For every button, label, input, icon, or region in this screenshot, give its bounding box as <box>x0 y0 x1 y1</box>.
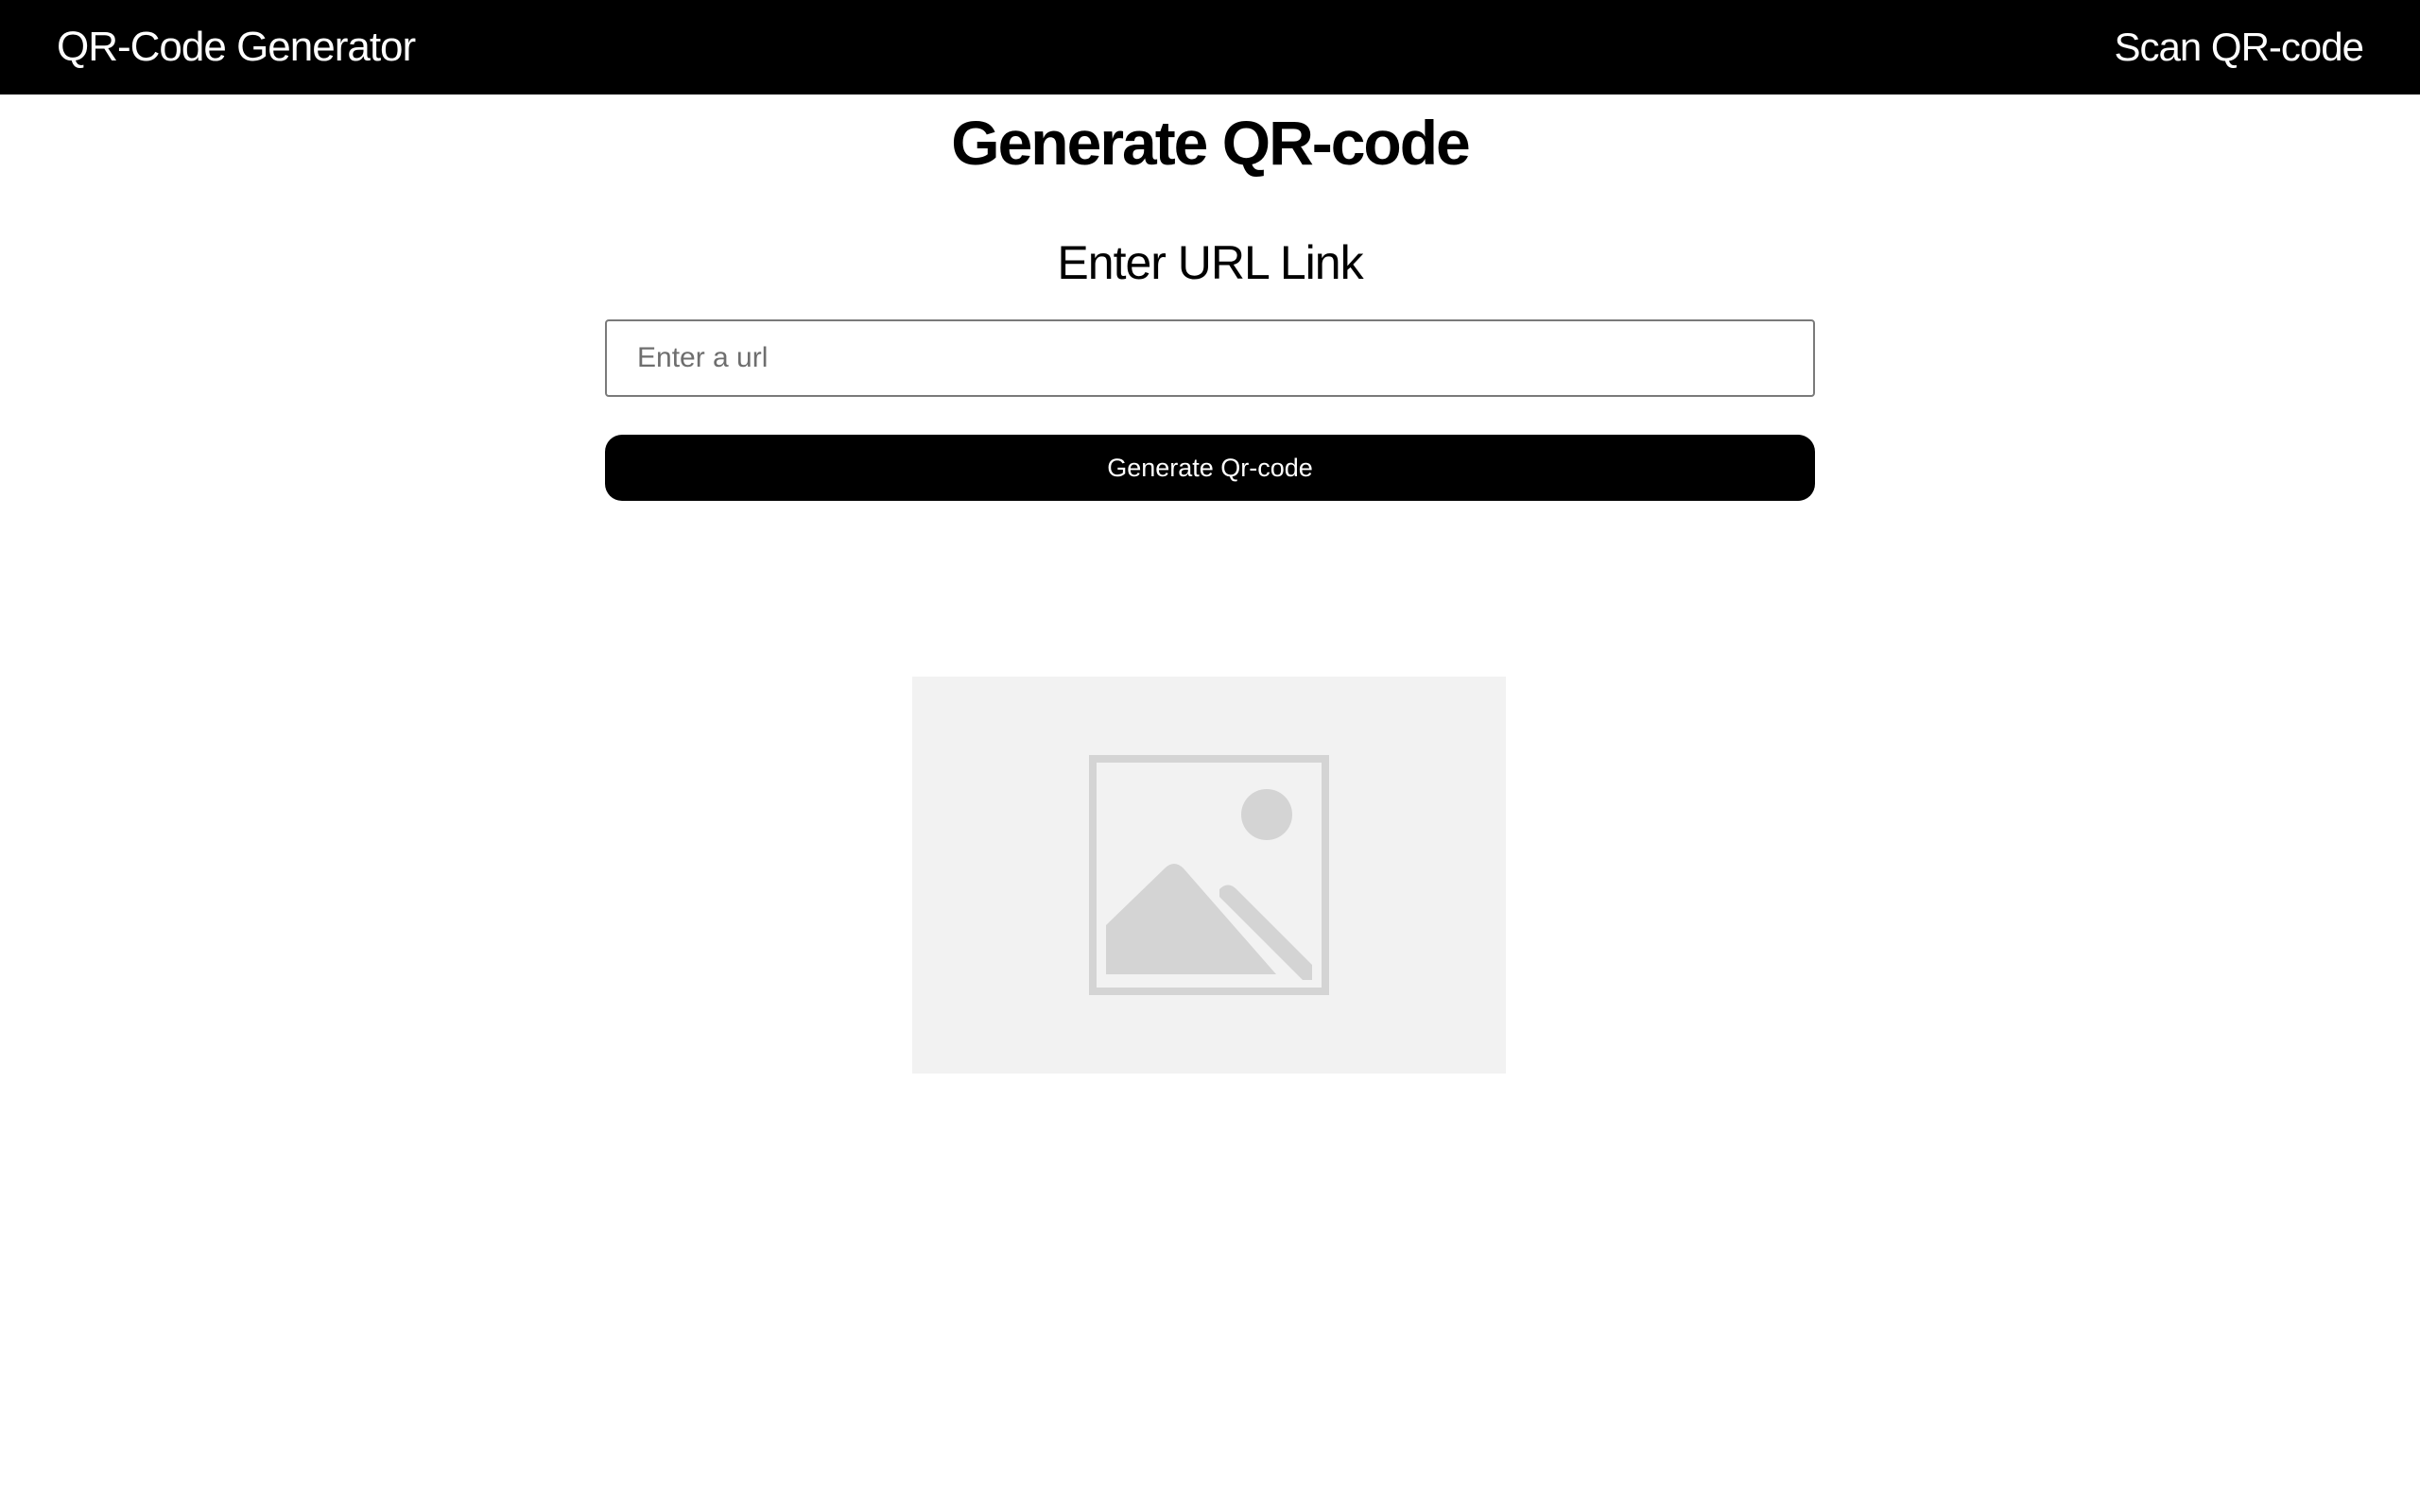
image-placeholder-icon <box>1089 755 1329 995</box>
qr-code-output <box>912 677 1506 1074</box>
url-input[interactable] <box>605 319 1815 397</box>
app-brand[interactable]: QR-Code Generator <box>57 23 416 72</box>
page-title: Generate QR-code <box>951 108 1471 178</box>
generate-qr-code-button[interactable]: Generate Qr-code <box>605 435 1815 501</box>
scan-qr-code-link[interactable]: Scan QR-code <box>2115 23 2364 72</box>
url-input-label: Enter URL Link <box>1057 236 1363 289</box>
top-navbar: QR-Code Generator Scan QR-code <box>0 0 2420 94</box>
